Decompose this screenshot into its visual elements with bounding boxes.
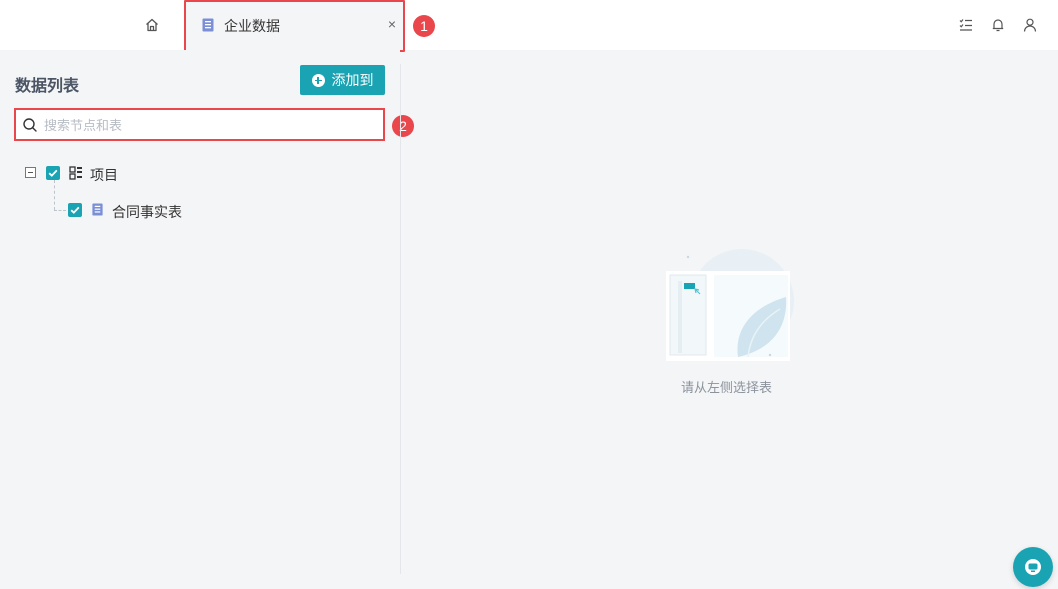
- check-icon: [48, 169, 58, 177]
- tree-checkbox-contract-fact-table[interactable]: [68, 203, 82, 217]
- top-bar: 企业数据 ×: [0, 0, 1058, 50]
- bell-icon: [992, 19, 1004, 32]
- help-chat-button[interactable]: [1013, 547, 1053, 587]
- checklist-icon: [959, 19, 972, 31]
- search-box[interactable]: [14, 108, 385, 141]
- user-icon: [1023, 18, 1037, 32]
- panel-divider: [400, 64, 401, 574]
- table-doc-icon: [202, 18, 214, 32]
- panel-title: 数据列表: [15, 78, 80, 95]
- tab-close-button[interactable]: ×: [385, 15, 399, 33]
- grid-icon: [69, 166, 82, 180]
- table-doc-icon: [92, 203, 103, 216]
- annotation-badge-1: 1: [413, 15, 435, 37]
- user-button[interactable]: [1021, 16, 1039, 34]
- plus-circle-icon: [311, 73, 325, 87]
- notifications-button[interactable]: [989, 16, 1007, 34]
- annotation-badge-2: 2: [392, 115, 414, 137]
- tab-enterprise-data[interactable]: 企业数据 ×: [185, 0, 404, 50]
- home-icon: [146, 18, 158, 32]
- add-to-button[interactable]: 添加到: [300, 65, 385, 95]
- empty-state-text: 请从左侧选择表: [681, 380, 773, 395]
- check-icon: [70, 206, 80, 214]
- tree-connector: [54, 180, 55, 210]
- tree-checkbox-project[interactable]: [46, 166, 60, 180]
- tree-item-label[interactable]: 合同事实表: [112, 202, 182, 222]
- tab-label: 企业数据: [224, 18, 280, 34]
- tree-connector: [54, 210, 66, 211]
- tree-collapse-toggle[interactable]: [25, 167, 36, 178]
- add-to-label: 添加到: [331, 72, 374, 88]
- search-icon: [23, 118, 37, 132]
- tasks-button[interactable]: [957, 16, 975, 34]
- search-input[interactable]: [42, 113, 372, 137]
- chat-help-icon: [1025, 559, 1041, 575]
- empty-state-illustration: [666, 249, 794, 361]
- data-list-panel: 数据列表 添加到 项目 合同事实表: [0, 50, 400, 574]
- home-button[interactable]: [141, 15, 163, 35]
- tree-item-label[interactable]: 项目: [90, 165, 118, 185]
